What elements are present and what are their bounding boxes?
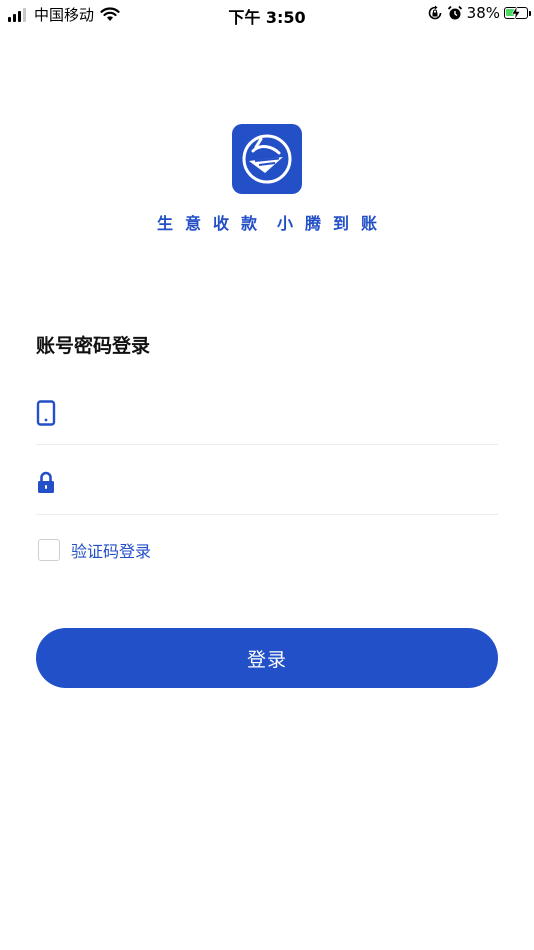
phone-input[interactable] <box>70 396 498 429</box>
code-login-label[interactable]: 验证码登录 <box>71 538 151 562</box>
app-logo-icon <box>242 134 292 184</box>
alarm-icon <box>447 5 462 20</box>
status-bar-right: 38% <box>427 4 531 22</box>
password-input[interactable] <box>70 466 498 499</box>
battery-icon <box>504 6 531 20</box>
login-button[interactable]: 登录 <box>36 628 498 688</box>
password-field <box>36 465 498 515</box>
slogan-right: 小腾到账 <box>277 214 390 233</box>
slogan-left: 生意收款 <box>156 214 269 233</box>
battery-percentage: 38% <box>466 4 500 22</box>
rotation-lock-icon <box>428 5 441 20</box>
lock-icon <box>38 471 54 493</box>
code-login-checkbox[interactable] <box>38 539 60 561</box>
code-login-option[interactable]: 验证码登录 <box>38 538 151 562</box>
phone-icon <box>36 399 56 426</box>
phone-field <box>36 395 498 445</box>
login-title: 账号密码登录 <box>36 335 151 357</box>
app-logo <box>232 124 302 194</box>
slogan: 生意收款 小腾到账 <box>0 210 534 234</box>
status-bar: 中国移动 下午 3:50 38% <box>0 0 534 28</box>
